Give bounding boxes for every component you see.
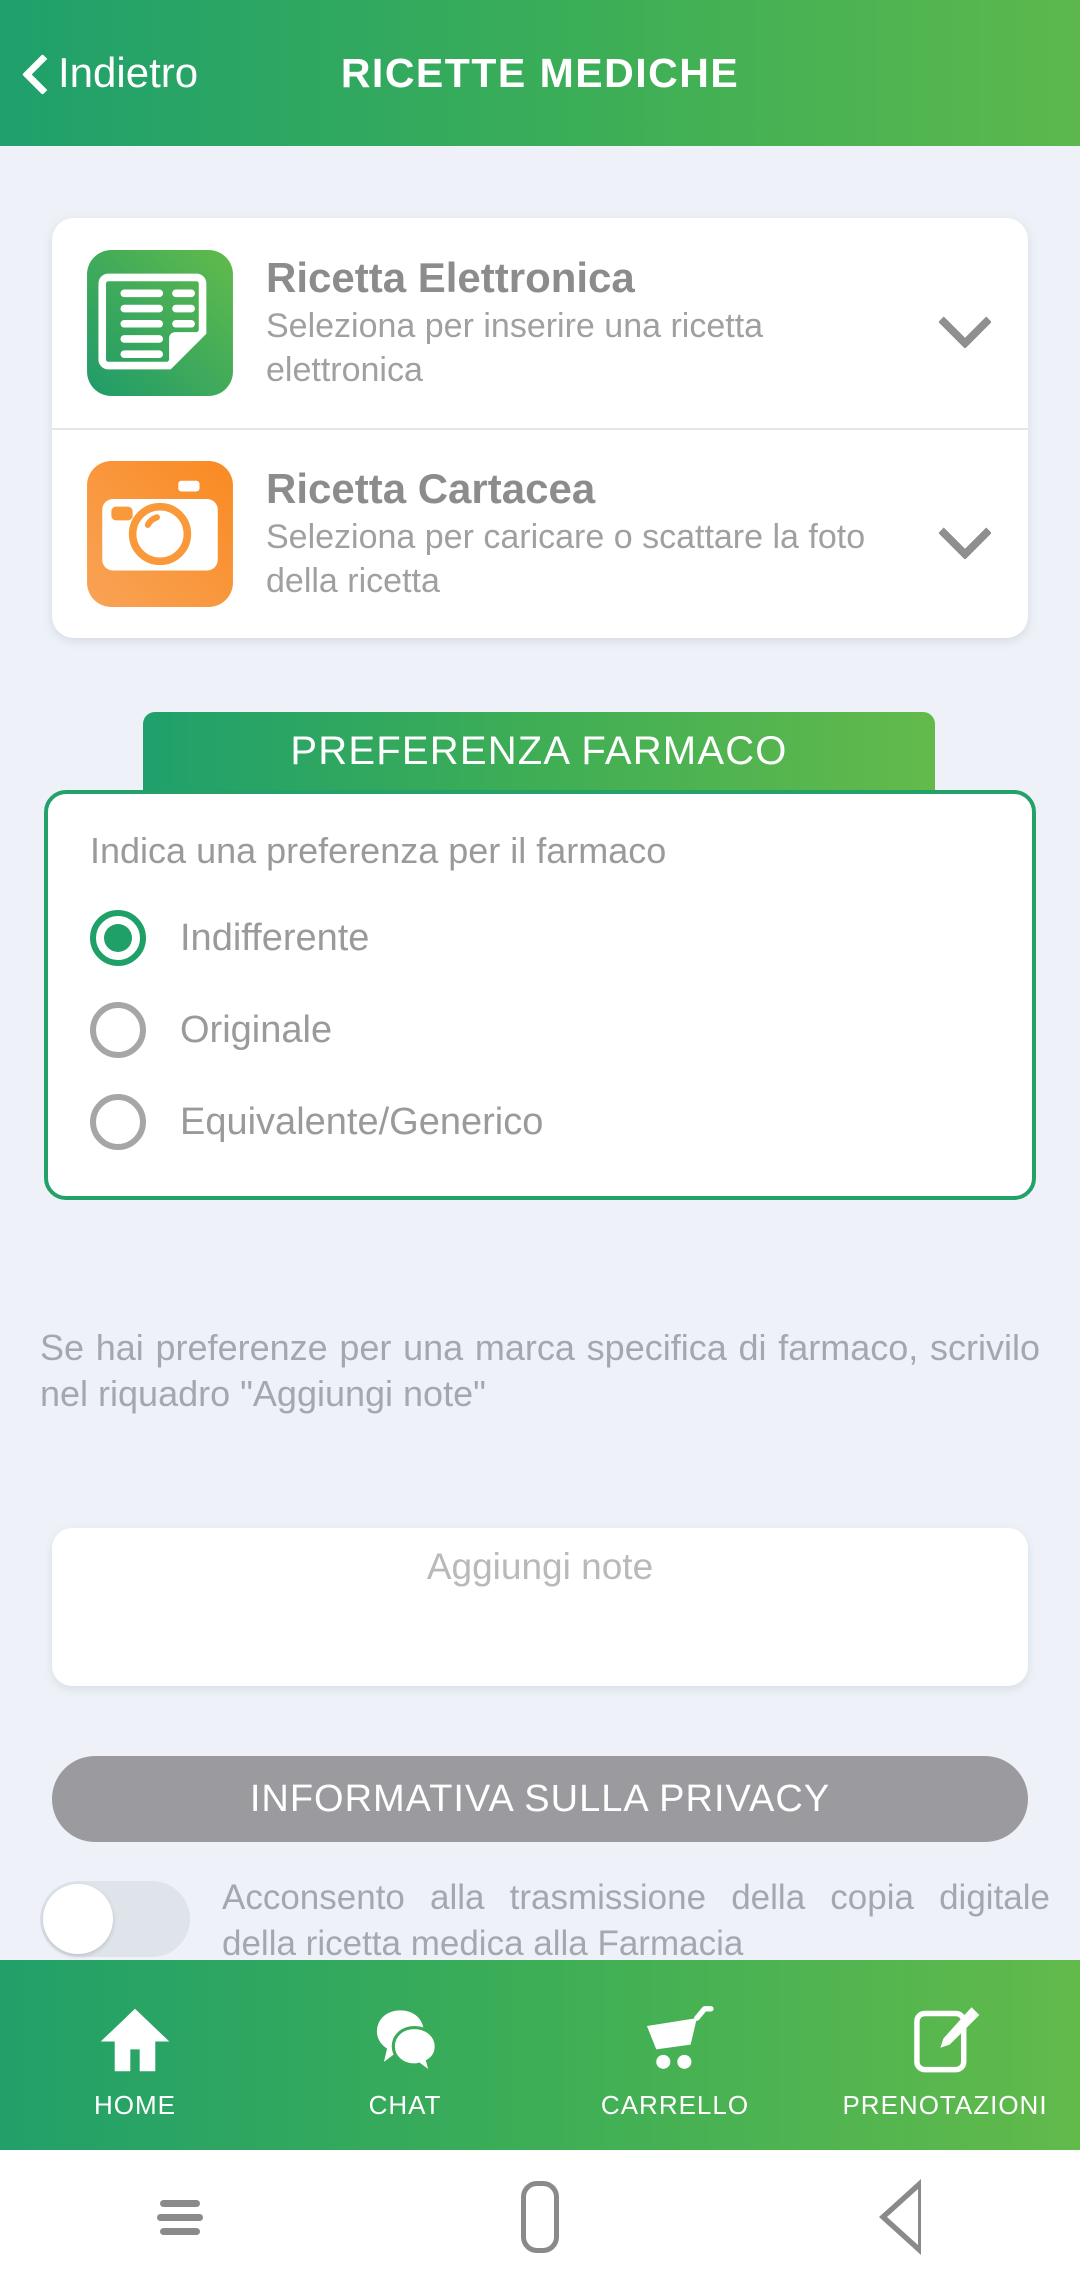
camera-icon <box>84 458 236 610</box>
radio-dot-icon <box>104 1016 132 1044</box>
android-system-nav <box>0 2150 1080 2284</box>
consent-toggle[interactable] <box>40 1881 190 1957</box>
chevron-left-icon <box>18 56 52 90</box>
back-button-label: Indietro <box>58 49 199 96</box>
recipe-option-title: Ricetta Elettronica <box>266 253 635 301</box>
nav-item-chat[interactable]: CHAT <box>270 1960 540 2150</box>
chevron-down-icon[interactable] <box>938 508 990 560</box>
radio-label: Equivalente/Generico <box>180 1100 544 1143</box>
home-icon <box>96 2000 174 2080</box>
preference-panel: Indica una preferenza per il farmaco Ind… <box>44 790 1036 1200</box>
back-button[interactable]: Indietro <box>18 49 198 97</box>
chevron-down-icon[interactable] <box>938 297 990 349</box>
toggle-knob <box>43 1884 113 1954</box>
recipe-option-subtitle: Seleziona per inserire una ricetta elett… <box>266 307 764 389</box>
nav-label: CARRELLO <box>600 2089 750 2120</box>
consent-row: Acconsento alla trasmissione della copia… <box>40 1875 1050 1966</box>
radio-option-indifferente[interactable]: Indifferente <box>90 910 990 966</box>
consent-text: Acconsento alla trasmissione della copia… <box>222 1878 1050 1963</box>
system-home-button[interactable] <box>360 2150 720 2284</box>
radio-option-originale[interactable]: Originale <box>90 1002 990 1058</box>
radio-circle-icon <box>90 910 146 966</box>
radio-label: Indifferente <box>180 916 370 959</box>
document-icon <box>84 247 236 399</box>
recipe-option-title: Ricetta Cartacea <box>266 464 596 512</box>
nav-label: PRENOTAZIONI <box>842 2089 1048 2120</box>
nav-item-bookings[interactable]: PRENOTAZIONI <box>810 1960 1080 2150</box>
privacy-policy-button[interactable]: INFORMATIVA SULLA PRIVACY <box>52 1756 1028 1842</box>
radio-option-equivalente[interactable]: Equivalente/Generico <box>90 1094 990 1150</box>
bottom-navigation-bar: HOME CHAT CARRELLO PRENOTAZIONI <box>0 1960 1080 2150</box>
app-header: Indietro RICETTE MEDICHE <box>0 0 1080 146</box>
recents-icon <box>157 2193 203 2242</box>
recipe-type-card: Ricetta Elettronica Seleziona per inseri… <box>52 218 1028 638</box>
radio-dot-icon <box>104 1108 132 1136</box>
recipe-option-subtitle: Seleziona per caricare o scattare la fot… <box>266 518 866 600</box>
recipe-option-paper[interactable]: Ricetta Cartacea Seleziona per caricare … <box>52 428 1028 638</box>
nav-item-cart[interactable]: CARRELLO <box>540 1960 810 2150</box>
notes-input[interactable] <box>52 1528 1028 1686</box>
nav-label: HOME <box>94 2089 176 2120</box>
back-triangle-icon <box>879 2179 921 2255</box>
cart-icon <box>636 2000 714 2080</box>
system-back-button[interactable] <box>720 2150 1080 2284</box>
system-recents-button[interactable] <box>0 2150 360 2284</box>
chat-icon <box>366 2000 444 2080</box>
nav-item-home[interactable]: HOME <box>0 1960 270 2150</box>
preference-section-tab[interactable]: PREFERENZA FARMACO <box>143 712 935 790</box>
nav-label: CHAT <box>368 2089 442 2120</box>
recipe-option-texts: Ricetta Cartacea Seleziona per caricare … <box>236 465 938 603</box>
preference-tab-label: PREFERENZA FARMACO <box>290 728 788 773</box>
brand-preference-hint: Se hai preferenze per una marca specific… <box>40 1327 1040 1415</box>
app-screen: Indietro RICETTE MEDICHE Ricetta Elettro… <box>0 0 1080 2284</box>
preference-lead-text: Indica una preferenza per il farmaco <box>90 830 667 871</box>
radio-circle-icon <box>90 1002 146 1058</box>
radio-circle-icon <box>90 1094 146 1150</box>
recipe-option-texts: Ricetta Elettronica Seleziona per inseri… <box>236 254 938 392</box>
recipe-option-electronic[interactable]: Ricetta Elettronica Seleziona per inseri… <box>52 218 1028 428</box>
radio-dot-icon <box>104 924 132 952</box>
home-square-icon <box>521 2181 559 2253</box>
radio-label: Originale <box>180 1008 333 1051</box>
bookings-icon <box>906 2000 984 2080</box>
